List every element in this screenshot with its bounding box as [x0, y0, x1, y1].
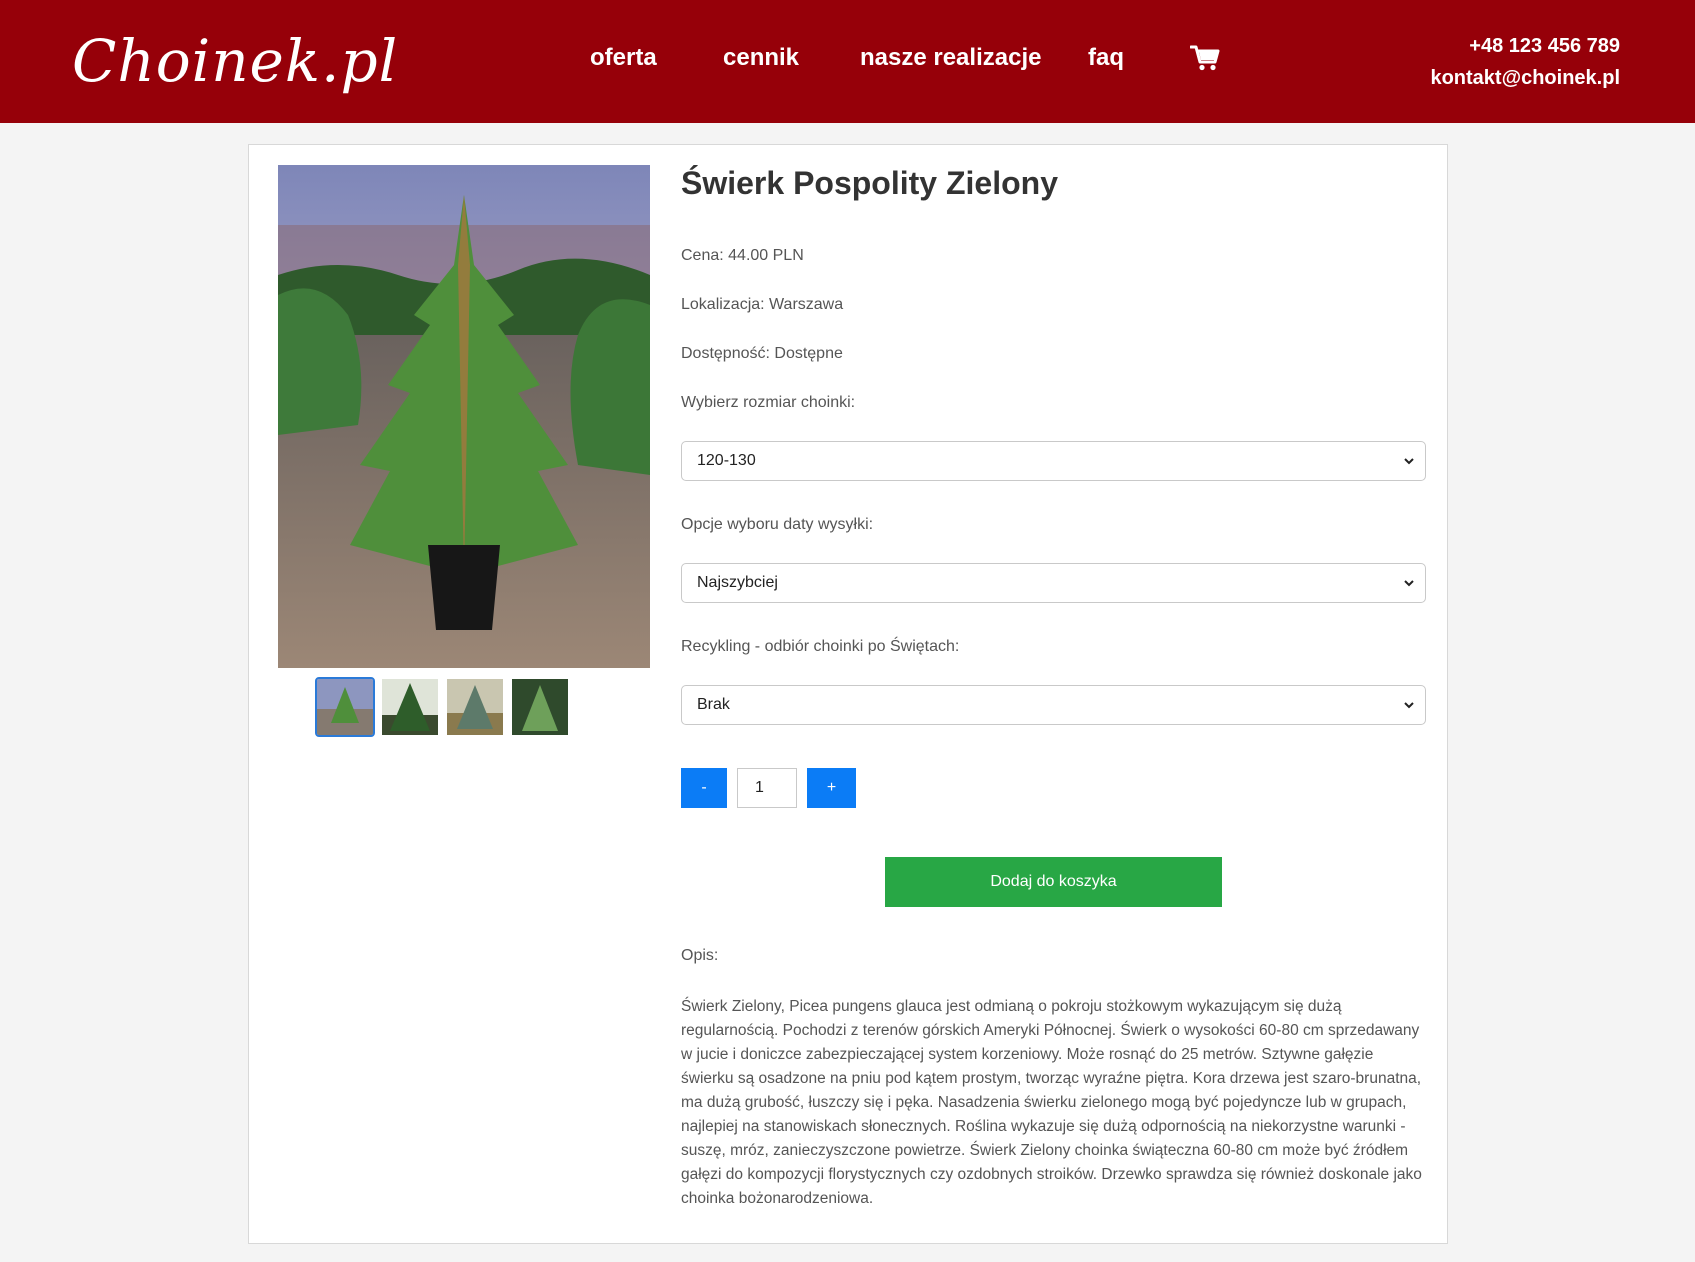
- recycling-select-value: Brak: [697, 696, 730, 713]
- nav-nasze-realizacje[interactable]: nasze realizacje: [860, 40, 1041, 76]
- nav-faq[interactable]: faq: [1088, 40, 1124, 76]
- recycling-select[interactable]: Brak: [681, 685, 1426, 725]
- phone-number[interactable]: +48 123 456 789: [1430, 30, 1620, 62]
- chevron-down-icon: [1404, 458, 1414, 465]
- size-select[interactable]: 120-130: [681, 441, 1426, 481]
- product-availability: Dostępność: Dostępne: [681, 345, 843, 362]
- thumbnail-3[interactable]: [447, 679, 503, 735]
- product-main-image[interactable]: [278, 165, 650, 668]
- email-address[interactable]: kontakt@choinek.pl: [1430, 62, 1620, 94]
- shipping-label: Opcje wyboru daty wysyłki:: [681, 516, 874, 533]
- product-card: Świerk Pospolity Zielony Cena: 44.00 PLN…: [248, 144, 1448, 1244]
- shipping-select[interactable]: Najszybciej: [681, 563, 1426, 603]
- quantity-input[interactable]: 1: [737, 768, 797, 808]
- logo[interactable]: Choinek.pl: [72, 26, 398, 96]
- product-price: Cena: 44.00 PLN: [681, 247, 804, 264]
- quantity-decrease-button[interactable]: -: [681, 768, 727, 808]
- nav-oferta[interactable]: oferta: [590, 40, 657, 76]
- product-location: Lokalizacja: Warszawa: [681, 296, 844, 313]
- product-title: Świerk Pospolity Zielony: [681, 165, 1058, 201]
- add-to-cart-button[interactable]: Dodaj do koszyka: [885, 857, 1222, 907]
- shopping-cart-icon[interactable]: [1190, 44, 1220, 72]
- header-bar: Choinek.pl oferta cennik nasze realizacj…: [0, 0, 1695, 123]
- contact-info: +48 123 456 789 kontakt@choinek.pl: [1430, 30, 1620, 94]
- nav-cennik[interactable]: cennik: [723, 40, 799, 76]
- chevron-down-icon: [1404, 702, 1414, 709]
- recycling-label: Recykling - odbiór choinki po Świętach:: [681, 638, 960, 655]
- description-label: Opis:: [681, 947, 719, 964]
- shipping-select-value: Najszybciej: [697, 574, 778, 591]
- quantity-increase-button[interactable]: +: [807, 768, 856, 808]
- size-label: Wybierz rozmiar choinki:: [681, 394, 856, 411]
- thumbnail-2[interactable]: [382, 679, 438, 735]
- thumbnail-1[interactable]: [315, 677, 375, 737]
- product-description: Świerk Zielony, Picea pungens glauca jes…: [681, 998, 1422, 1207]
- chevron-down-icon: [1404, 580, 1414, 587]
- size-select-value: 120-130: [697, 452, 756, 469]
- thumbnail-4[interactable]: [512, 679, 568, 735]
